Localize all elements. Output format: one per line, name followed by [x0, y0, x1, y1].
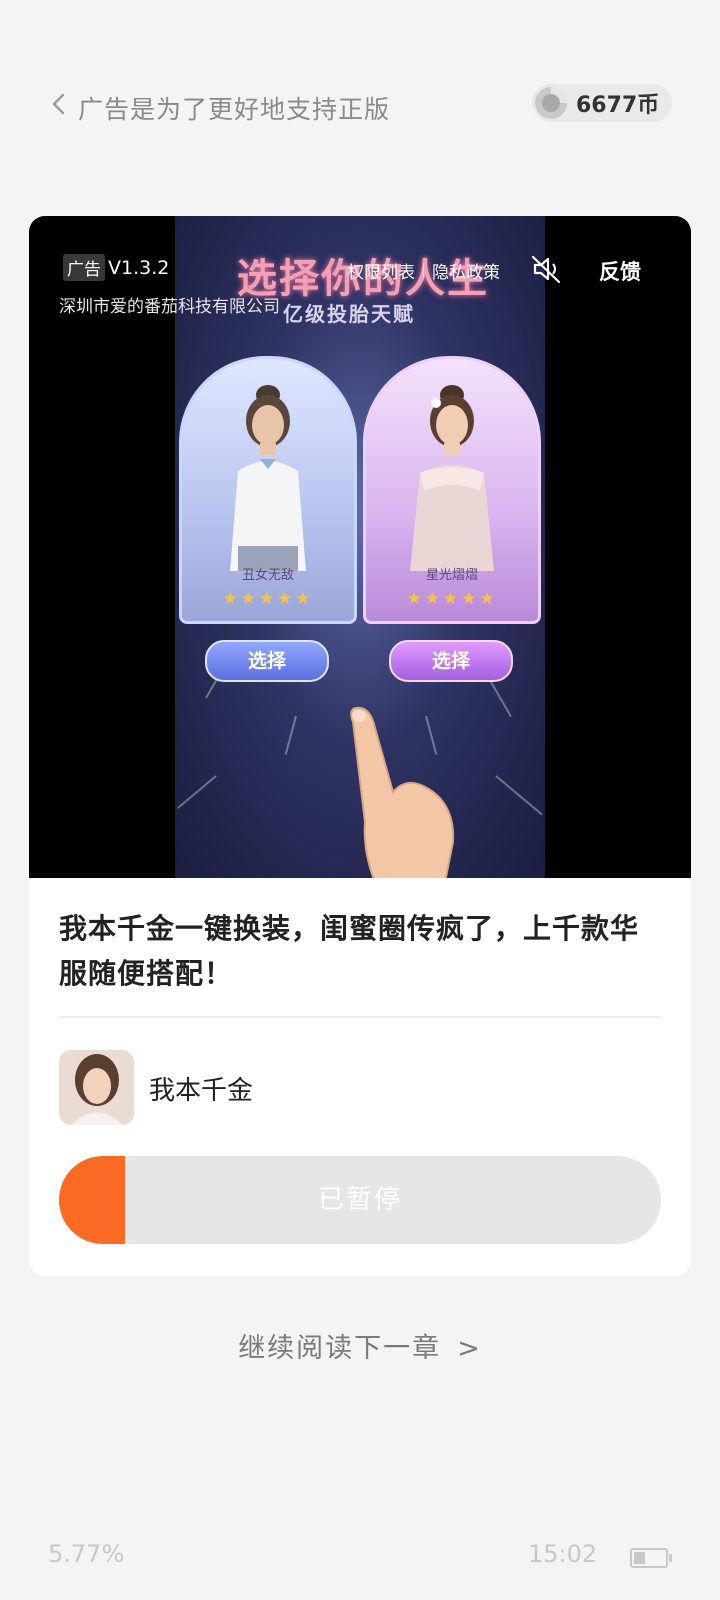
character-card-left: 丑女无敌 ★★★★★: [179, 356, 357, 624]
advertiser-name: 深圳市爱的番茄科技有限公司: [59, 297, 280, 317]
character-figure: [230, 385, 306, 571]
clock: 15:02: [528, 1540, 598, 1568]
continue-reading-button[interactable]: 继续阅读下一章 >: [0, 1326, 720, 1365]
download-status: 已暂停: [317, 1185, 402, 1215]
select-button-left: 选择: [205, 640, 329, 682]
character-card-right: 星光熠熠 ★★★★★: [363, 356, 541, 624]
page-title: 广告是为了更好地支持正版: [78, 95, 391, 124]
link-divider: [423, 262, 424, 279]
permissions-link[interactable]: 权限列表: [347, 258, 415, 283]
ad-headline[interactable]: 我本千金一键换装，闺蜜圈传疯了，上千款华服随便搭配！: [59, 906, 659, 996]
coin-count: 6677币: [576, 93, 660, 118]
character-stars-left: ★★★★★: [222, 589, 314, 609]
download-button[interactable]: 已暂停: [59, 1156, 661, 1244]
back-button[interactable]: [44, 88, 76, 120]
reading-progress: 5.77%: [48, 1540, 125, 1568]
video-subtitle: 亿级投胎天赋: [283, 302, 415, 326]
app-icon[interactable]: [59, 1050, 134, 1125]
ad-label: 广告: [63, 254, 105, 281]
character-figure: [410, 385, 494, 571]
ad-video[interactable]: 选择你的人生 亿级投胎天赋 丑女无敌 ★★★★★ 星光熠熠 ★★★★★ 选择 选…: [29, 216, 691, 878]
ad-badge: 广告 V1.3.2: [63, 254, 169, 281]
chevron-right-icon: >: [457, 1333, 482, 1364]
chevron-left-icon: [52, 93, 65, 115]
coin-balance[interactable]: 6677币: [532, 84, 672, 122]
battery-icon: [630, 1548, 672, 1568]
ad-card: 选择你的人生 亿级投胎天赋 丑女无敌 ★★★★★ 星光熠熠 ★★★★★ 选择 选…: [29, 216, 691, 1276]
battery-level: [634, 1552, 645, 1564]
divider: [59, 1016, 661, 1018]
pointing-hand-icon: [350, 706, 455, 878]
coin-icon: [535, 87, 567, 119]
top-bar: 广告是为了更好地支持正版 6677币: [0, 80, 720, 130]
character-name-right: 星光熠熠: [425, 568, 478, 583]
select-button-right: 选择: [389, 640, 513, 682]
feedback-button[interactable]: 反馈: [599, 256, 641, 286]
ad-links: 权限列表 隐私政策: [347, 258, 500, 283]
character-stars-right: ★★★★★: [406, 589, 498, 609]
ad-version: V1.3.2: [108, 256, 170, 279]
privacy-link[interactable]: 隐私政策: [432, 258, 500, 283]
character-name-left: 丑女无敌: [241, 568, 294, 583]
app-avatar-image: [59, 1050, 134, 1125]
continue-reading-label: 继续阅读下一章: [238, 1333, 442, 1364]
mute-icon[interactable]: [529, 252, 563, 286]
app-name[interactable]: 我本千金: [149, 1070, 253, 1107]
